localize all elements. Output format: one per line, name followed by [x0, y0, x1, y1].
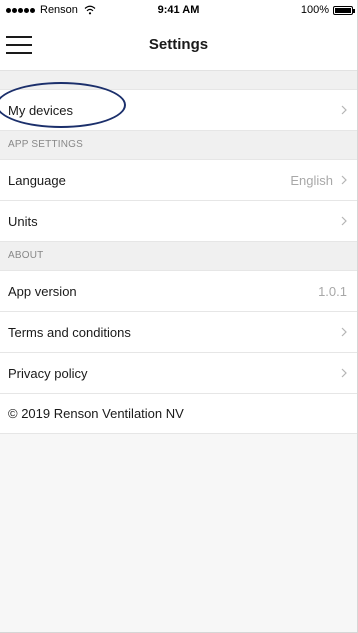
chevron-right-icon — [341, 327, 347, 337]
units-label: Units — [8, 213, 38, 229]
my-devices-row[interactable]: My devices — [0, 89, 357, 130]
chevron-right-icon — [341, 216, 347, 226]
app-version-row: App version 1.0.1 — [0, 270, 357, 311]
terms-row[interactable]: Terms and conditions — [0, 311, 357, 352]
language-value: English — [290, 172, 333, 188]
app-settings-section-header: APP SETTINGS — [0, 130, 357, 159]
language-row[interactable]: Language English — [0, 159, 357, 200]
terms-label: Terms and conditions — [8, 324, 131, 340]
battery-percentage: 100% — [300, 4, 329, 16]
app-version-value: 1.0.1 — [318, 283, 347, 299]
about-section-header: ABOUT — [0, 241, 357, 270]
privacy-row[interactable]: Privacy policy — [0, 352, 357, 393]
copyright-label: © 2019 Renson Ventilation NV — [8, 406, 184, 421]
phone-screen: Renson 9:41 AM 100% Settings My devices — [0, 0, 358, 633]
empty-background — [0, 434, 357, 632]
page-title: Settings — [148, 36, 209, 53]
top-spacer — [0, 71, 357, 89]
units-row[interactable]: Units — [0, 200, 357, 241]
chevron-right-icon — [341, 368, 347, 378]
status-right: 100% — [300, 4, 355, 16]
app-version-label: App version — [8, 283, 77, 299]
battery-icon — [333, 5, 355, 15]
privacy-label: Privacy policy — [8, 365, 88, 381]
settings-list: My devices APP SETTINGS Language English… — [0, 71, 357, 632]
copyright-row: © 2019 Renson Ventilation NV — [0, 393, 357, 434]
chevron-right-icon — [341, 105, 347, 115]
language-label: Language — [8, 172, 66, 188]
status-bar: Renson 9:41 AM 100% — [0, 0, 357, 22]
navigation-bar: Settings — [0, 22, 357, 71]
chevron-right-icon — [341, 175, 347, 185]
my-devices-label: My devices — [8, 102, 74, 118]
